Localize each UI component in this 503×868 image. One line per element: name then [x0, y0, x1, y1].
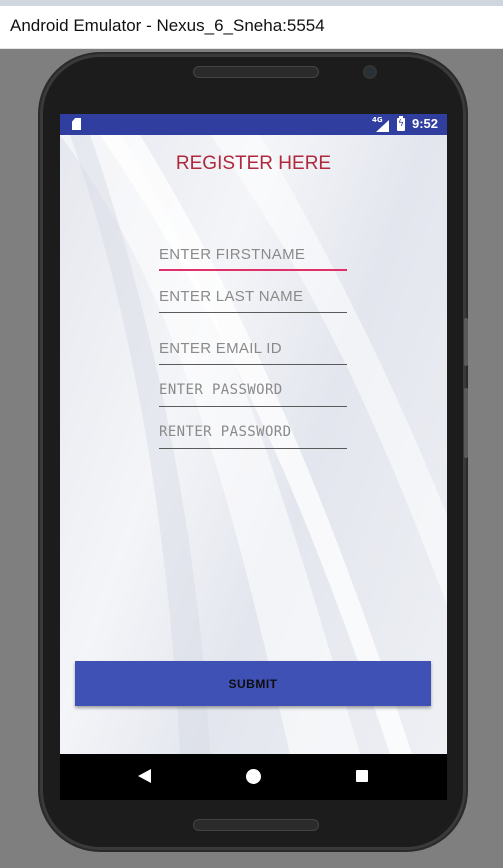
lastname-underline — [159, 312, 347, 313]
device-screen: 4G 9:52 REGISTER HERE — [60, 114, 447, 800]
email-field[interactable] — [159, 331, 347, 365]
password-field[interactable] — [159, 373, 347, 407]
network-type: 4G — [372, 116, 383, 124]
password-underline — [159, 406, 347, 407]
back-icon[interactable] — [138, 769, 151, 783]
bottom-speaker — [193, 819, 319, 831]
repassword-field[interactable] — [159, 415, 347, 449]
home-icon[interactable] — [246, 769, 261, 784]
volume-button[interactable] — [464, 388, 468, 458]
page-title: REGISTER HERE — [175, 153, 332, 174]
lastname-input[interactable] — [159, 279, 347, 313]
sd-card-icon — [72, 118, 81, 130]
email-input[interactable] — [159, 331, 347, 365]
lastname-field[interactable] — [159, 279, 347, 313]
repassword-underline — [159, 448, 347, 449]
battery-charging-icon — [397, 116, 405, 131]
submit-button[interactable]: SUBMIT — [75, 661, 431, 706]
password-input[interactable] — [159, 373, 347, 407]
email-underline — [159, 364, 347, 365]
repassword-input[interactable] — [159, 415, 347, 449]
register-screen: REGISTER HERE SUBMIT — [60, 135, 447, 754]
power-button[interactable] — [464, 318, 468, 366]
top-speaker — [193, 66, 319, 78]
firstname-underline — [159, 269, 347, 271]
status-time: 9:52 — [412, 116, 439, 131]
firstname-field[interactable] — [159, 237, 347, 271]
front-camera-icon — [365, 67, 375, 77]
navigation-bar — [60, 754, 447, 800]
window-title: Android Emulator - Nexus_6_Sneha:5554 — [10, 16, 325, 35]
firstname-input[interactable] — [159, 237, 347, 271]
emulator-titlebar: Android Emulator - Nexus_6_Sneha:5554 — [0, 6, 503, 49]
status-bar: 4G 9:52 — [60, 114, 447, 135]
recent-apps-icon[interactable] — [356, 770, 368, 782]
